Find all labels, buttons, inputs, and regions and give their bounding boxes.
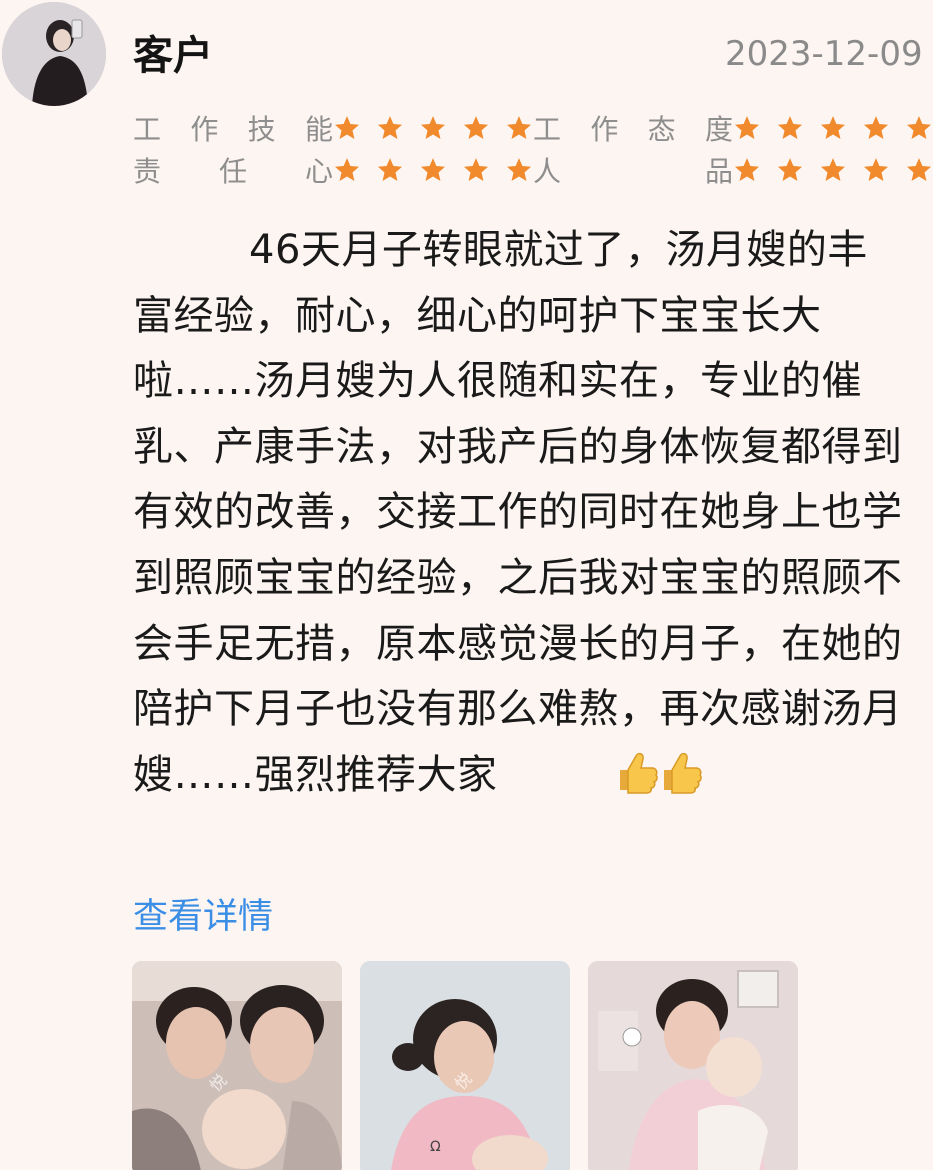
stars-responsibility (333, 150, 533, 190)
star-icon (463, 158, 489, 181)
stars-character (733, 150, 933, 190)
review-photo-1[interactable]: 悦 (132, 961, 342, 1170)
photo-woman-with-baby-image: Ω 悦 (360, 961, 570, 1170)
view-details-link[interactable]: 查看详情 (133, 893, 273, 941)
review-date: 2023-12-09 (725, 34, 923, 74)
star-icon (906, 158, 932, 181)
star-icon (334, 158, 360, 181)
star-icon (420, 158, 446, 181)
star-icon (906, 116, 932, 139)
star-icon (777, 158, 803, 181)
star-icon (506, 158, 532, 181)
star-icon (820, 158, 846, 181)
photo-two-women-baby-image: 悦 (132, 961, 342, 1170)
stars-work-attitude (733, 108, 933, 148)
username: 客户 (133, 33, 213, 79)
rating-row-2: 责 任 心 人 品 (133, 150, 933, 190)
rating-label-character: 人 品 (533, 155, 733, 188)
star-icon (863, 116, 889, 139)
star-icon (820, 116, 846, 139)
star-icon (463, 116, 489, 139)
rating-row-1: 工 作 技 能 工 作 态 度 (133, 108, 933, 148)
star-icon (420, 116, 446, 139)
star-icon (777, 116, 803, 139)
svg-text:Ω: Ω (430, 1139, 441, 1155)
star-icon (377, 158, 403, 181)
review-text: 46天月子转眼就过了，汤月嫂的丰富经验，耐心，细心的呵护下宝宝长大啦……汤月嫂为… (133, 218, 908, 814)
star-icon (506, 116, 532, 139)
star-icon (734, 116, 760, 139)
star-icon (863, 158, 889, 181)
avatar-person-icon (2, 2, 106, 106)
rating-label-work-attitude: 工 作 态 度 (533, 113, 733, 146)
stars-work-skill (333, 108, 533, 148)
thumbs-up-icon (498, 749, 702, 815)
avatar[interactable] (2, 2, 106, 106)
photo-woman-holding-baby-image (588, 961, 798, 1170)
review-photo-2[interactable]: Ω 悦 (360, 961, 570, 1170)
rating-label-work-skill: 工 作 技 能 (133, 113, 333, 146)
star-icon (734, 158, 760, 181)
star-icon (334, 116, 360, 139)
rating-label-responsibility: 责 任 心 (133, 155, 333, 188)
star-icon (377, 116, 403, 139)
review-photo-3[interactable] (588, 961, 798, 1170)
